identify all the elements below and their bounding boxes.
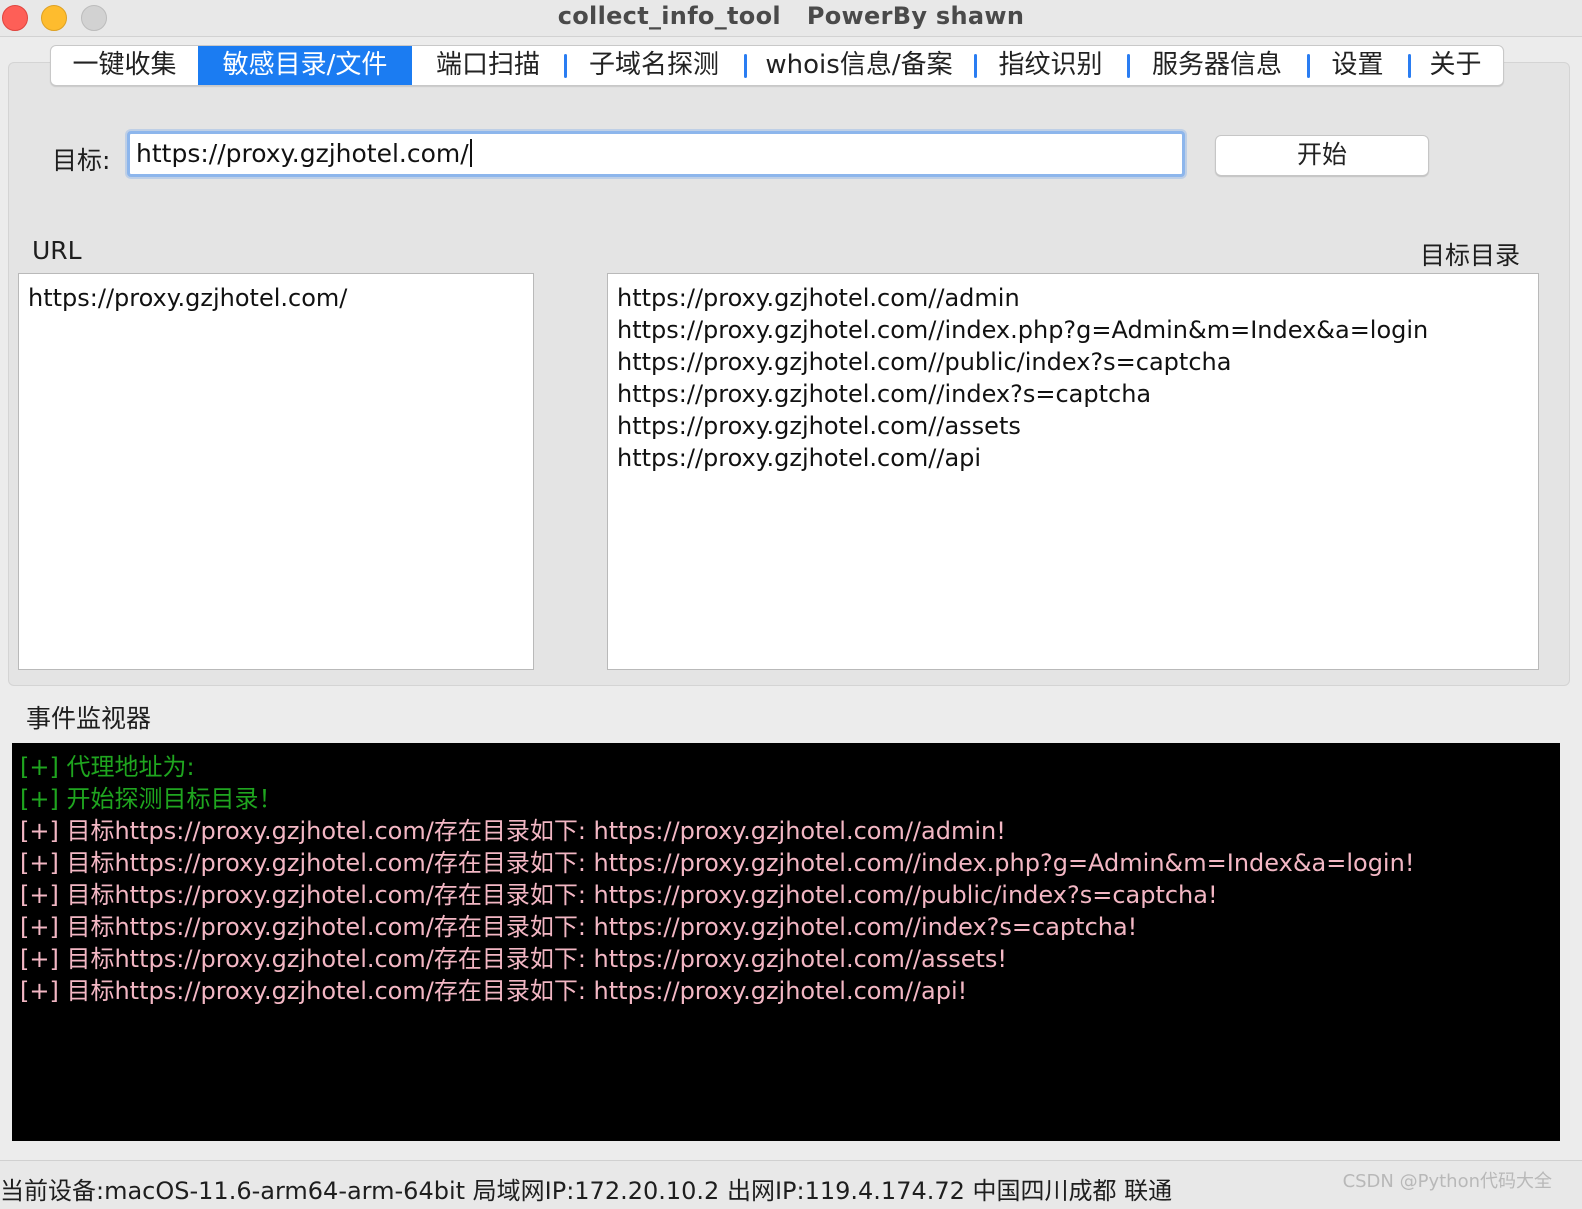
tab-about[interactable]: 关于 xyxy=(1408,46,1503,85)
event-monitor-console[interactable]: [+] 代理地址为: [+] 开始探测目标目录！ [+] 目标https://p… xyxy=(12,743,1560,1141)
tab-one-click-collect[interactable]: 一键收集 xyxy=(51,46,198,85)
device-status-text: 当前设备:macOS-11.6-arm64-arm-64bit 局域网IP:17… xyxy=(0,1177,1173,1205)
dir-list-item[interactable]: https://proxy.gzjhotel.com//index?s=capt… xyxy=(617,378,1529,410)
target-dir-list[interactable]: https://proxy.gzjhotel.com//admin https:… xyxy=(607,273,1539,670)
log-line: [+] 开始探测目标目录！ xyxy=(20,785,283,813)
dir-list-item[interactable]: https://proxy.gzjhotel.com//admin xyxy=(617,282,1529,314)
log-line: [+] 目标https://proxy.gzjhotel.com/存在目录如下:… xyxy=(20,817,1006,845)
url-list-item[interactable]: https://proxy.gzjhotel.com/ xyxy=(28,282,524,314)
log-line: [+] 目标https://proxy.gzjhotel.com/存在目录如下:… xyxy=(20,977,968,1005)
target-dir-list-label: 目标目录 xyxy=(1420,241,1521,270)
text-caret xyxy=(469,139,472,167)
target-input-value: https://proxy.gzjhotel.com/ xyxy=(136,139,469,168)
tab-sensitive-dirs[interactable]: 敏感目录/文件 xyxy=(198,46,412,85)
log-line: [+] 目标https://proxy.gzjhotel.com/存在目录如下:… xyxy=(20,881,1218,909)
watermark: CSDN @Python代码大全 xyxy=(1342,1171,1552,1192)
tab-whois[interactable]: whois信息/备案 xyxy=(744,46,974,85)
tab-bar: 一键收集 敏感目录/文件 端口扫描 子域名探测 whois信息/备案 指纹识别 … xyxy=(50,45,1504,86)
tab-subdomain[interactable]: 子域名探测 xyxy=(564,46,744,85)
dir-list-item[interactable]: https://proxy.gzjhotel.com//index.php?g=… xyxy=(617,314,1529,346)
log-line: [+] 目标https://proxy.gzjhotel.com/存在目录如下:… xyxy=(20,913,1138,941)
target-input[interactable]: https://proxy.gzjhotel.com/ xyxy=(127,131,1185,177)
tab-port-scan[interactable]: 端口扫描 xyxy=(412,46,564,85)
window-title: collect_info_tool PowerBy shawn xyxy=(557,2,1025,30)
dir-list-item[interactable]: https://proxy.gzjhotel.com//assets xyxy=(617,410,1529,442)
url-list[interactable]: https://proxy.gzjhotel.com/ xyxy=(18,273,534,670)
target-label: 目标: xyxy=(52,146,111,175)
url-list-label: URL xyxy=(32,236,82,265)
dir-list-item[interactable]: https://proxy.gzjhotel.com//api xyxy=(617,442,1529,474)
start-button[interactable]: 开始 xyxy=(1215,135,1429,176)
dir-list-item[interactable]: https://proxy.gzjhotel.com//public/index… xyxy=(617,346,1529,378)
log-line: [+] 目标https://proxy.gzjhotel.com/存在目录如下:… xyxy=(20,849,1415,877)
title-bar: collect_info_tool PowerBy shawn xyxy=(0,0,1582,37)
log-line: [+] 目标https://proxy.gzjhotel.com/存在目录如下:… xyxy=(20,945,1008,973)
status-bar: 当前设备:macOS-11.6-arm64-arm-64bit 局域网IP:17… xyxy=(0,1160,1582,1209)
tab-server-info[interactable]: 服务器信息 xyxy=(1127,46,1307,85)
tab-fingerprint[interactable]: 指纹识别 xyxy=(974,46,1127,85)
event-monitor-label: 事件监视器 xyxy=(26,704,152,733)
tab-settings[interactable]: 设置 xyxy=(1307,46,1408,85)
log-line: [+] 代理地址为: xyxy=(20,753,195,781)
